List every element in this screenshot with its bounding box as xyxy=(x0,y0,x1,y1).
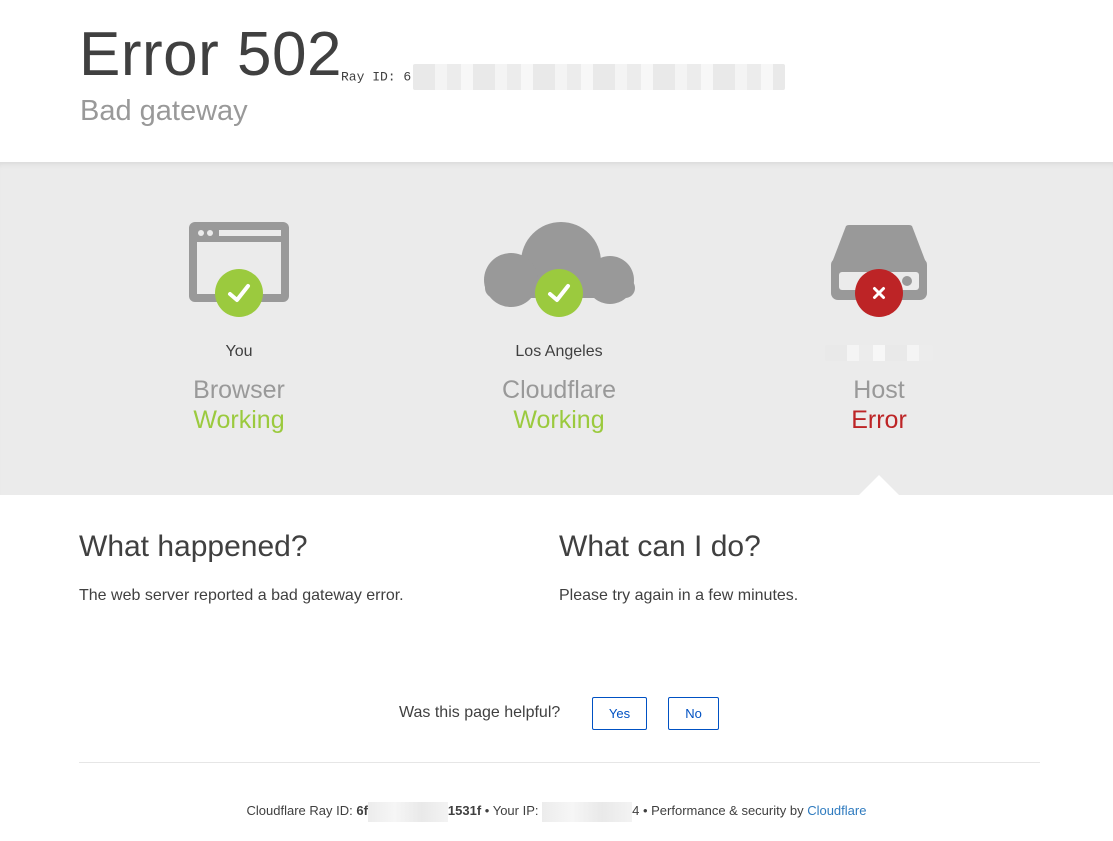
error-subtitle: Bad gateway xyxy=(80,95,248,127)
footer-separator: • xyxy=(481,803,493,818)
status-band: You Browser Working Los Angeles Cloudfla… xyxy=(0,162,1113,495)
error-title: Error 502 xyxy=(79,20,342,89)
check-icon xyxy=(215,269,263,317)
feedback-question: Was this page helpful? xyxy=(399,704,561,721)
error-x-icon xyxy=(855,269,903,317)
footer-divider xyxy=(79,762,1040,763)
host-pointer-arrow xyxy=(859,475,899,495)
footer: Cloudflare Ray ID: 6f 1531f • Your IP: 4 … xyxy=(0,800,1113,822)
footer-separator: • xyxy=(639,803,652,818)
footer-ray-prefix: 6f xyxy=(356,803,368,818)
node-location: Los Angeles xyxy=(515,343,603,360)
footer-ray-label: Cloudflare Ray ID: xyxy=(246,803,357,818)
error-header: Error 502 Ray ID: 6 Bad gateway xyxy=(0,0,1113,162)
footer-perf-label: Performance & security by xyxy=(651,803,808,818)
node-location: You xyxy=(225,343,253,360)
redacted-host-name xyxy=(825,345,933,362)
feedback-yes-button[interactable]: Yes xyxy=(592,697,647,730)
footer-ray-suffix: 1531f xyxy=(447,803,482,818)
redacted-footer-ray xyxy=(367,801,448,822)
node-type: Host xyxy=(853,376,905,404)
check-icon xyxy=(535,269,583,317)
ray-id: Ray ID: 6 xyxy=(341,64,786,90)
node-status: Error xyxy=(851,406,907,434)
what-can-i-do-text: Please try again in a few minutes. xyxy=(559,587,799,604)
feedback-bar: Was this page helpful? Yes No xyxy=(0,697,1113,730)
redacted-ip xyxy=(542,801,633,822)
what-happened-heading: What happened? xyxy=(79,530,308,563)
node-type: Cloudflare xyxy=(502,376,616,404)
redacted-ray-id xyxy=(413,64,786,90)
what-can-i-do-heading: What can I do? xyxy=(559,530,761,563)
what-can-i-do-section: What can I do? Please try again in a few… xyxy=(559,528,999,604)
what-happened-text: The web server reported a bad gateway er… xyxy=(79,587,404,604)
node-location-redacted xyxy=(719,341,1039,363)
footer-ip-label: Your IP: xyxy=(492,803,543,818)
cloudflare-link[interactable]: Cloudflare xyxy=(807,803,866,818)
what-happened-section: What happened? The web server reported a… xyxy=(79,528,519,604)
feedback-no-button[interactable]: No xyxy=(668,697,719,730)
node-type: Browser xyxy=(193,376,285,404)
node-status: Working xyxy=(193,406,285,434)
node-status: Working xyxy=(513,406,605,434)
ray-id-label: Ray ID: 6 xyxy=(341,69,412,85)
